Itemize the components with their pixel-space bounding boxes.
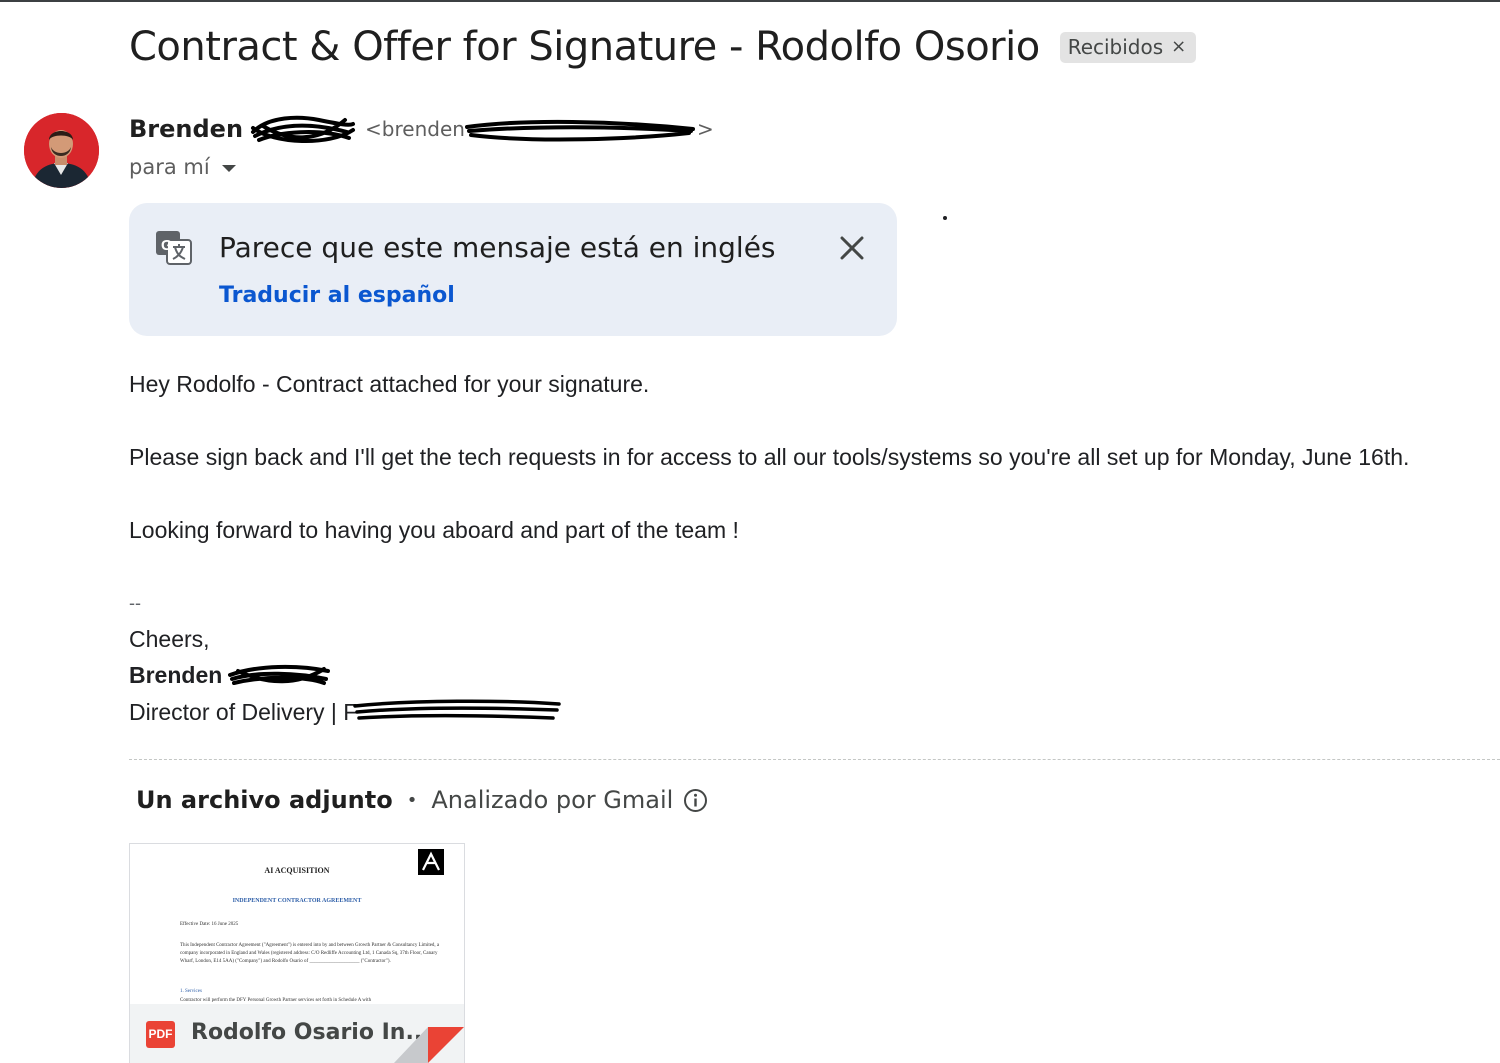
- attachments-divider: [129, 759, 1500, 760]
- attachments-count: Un archivo adjunto: [136, 786, 393, 814]
- document-section-text: Contractor will perform the DFY Personal…: [180, 998, 372, 1003]
- redaction-scribble: [249, 114, 357, 144]
- translate-icon: G: [156, 231, 192, 265]
- signature-separator: --: [129, 593, 141, 613]
- attachments-header: Un archivo adjunto • Analizado por Gmail: [136, 786, 708, 814]
- signature-redaction: [228, 663, 331, 689]
- document-company: AI ACQUISITION: [264, 866, 330, 875]
- subject-row: Contract & Offer for Signature - Rodolfo…: [129, 24, 1197, 70]
- signature-name-row: Brenden: [129, 662, 331, 689]
- sender-email-end: >: [696, 117, 714, 141]
- dot-mark: [943, 216, 947, 220]
- recipient-row: para mí: [129, 155, 236, 179]
- translate-banner: G Parece que este mensaje está en inglés…: [129, 203, 897, 336]
- svg-text:G: G: [161, 237, 173, 254]
- company-redaction: [353, 698, 567, 726]
- scanned-by-gmail: Analizado por Gmail: [431, 786, 674, 814]
- email-redaction-scribble: [464, 117, 697, 142]
- sender-name[interactable]: Brenden: [129, 115, 243, 143]
- signature-title-row: Director of Delivery | F: [129, 698, 567, 726]
- page-fold-icon: [394, 1027, 464, 1063]
- translate-message: Parece que este mensaje está en inglés: [219, 231, 776, 264]
- info-icon[interactable]: [683, 788, 708, 813]
- email-subject: Contract & Offer for Signature - Rodolfo…: [129, 24, 1040, 70]
- attachment-card[interactable]: AI ACQUISITION INDEPENDENT CONTRACTOR AG…: [129, 843, 465, 1063]
- pdf-icon: PDF: [146, 1021, 175, 1048]
- document-heading: INDEPENDENT CONTRACTOR AGREEMENT: [232, 898, 362, 904]
- sender-email-start: <brenden: [365, 117, 465, 141]
- signature-closing: Cheers,: [129, 626, 210, 652]
- signature-title: Director of Delivery | F: [129, 699, 358, 725]
- sender-row: Brenden <brenden >: [129, 114, 714, 144]
- document-section: 1. Services: [180, 989, 202, 994]
- attachments-separator: •: [406, 789, 418, 811]
- signature-name: Brenden: [129, 662, 223, 688]
- body-line-greeting: Hey Rodolfo - Contract attached for your…: [129, 371, 650, 397]
- label-chip-inbox[interactable]: Recibidos ×: [1059, 31, 1197, 63]
- avatar[interactable]: [24, 113, 99, 188]
- attachment-preview: AI ACQUISITION INDEPENDENT CONTRACTOR AG…: [130, 844, 464, 1004]
- chevron-down-icon[interactable]: [221, 164, 236, 172]
- recipient-text: para mí: [129, 155, 210, 179]
- body-line-closing: Looking forward to having you aboard and…: [129, 517, 739, 543]
- translate-link[interactable]: Traducir al español: [219, 283, 455, 308]
- document-paragraph: This Independent Contractor Agreement ("…: [180, 943, 440, 964]
- close-icon[interactable]: [837, 233, 867, 263]
- document-date: Effective Date: 16 June 2025: [180, 922, 239, 927]
- remove-label-icon[interactable]: ×: [1171, 36, 1186, 57]
- label-chip-text: Recibidos: [1067, 34, 1164, 59]
- top-border: [0, 0, 1500, 2]
- sender-email: <brenden >: [365, 117, 714, 142]
- attachment-footer: PDF Rodolfo Osario In...: [130, 1004, 464, 1063]
- body-line-request: Please sign back and I'll get the tech r…: [129, 444, 1410, 470]
